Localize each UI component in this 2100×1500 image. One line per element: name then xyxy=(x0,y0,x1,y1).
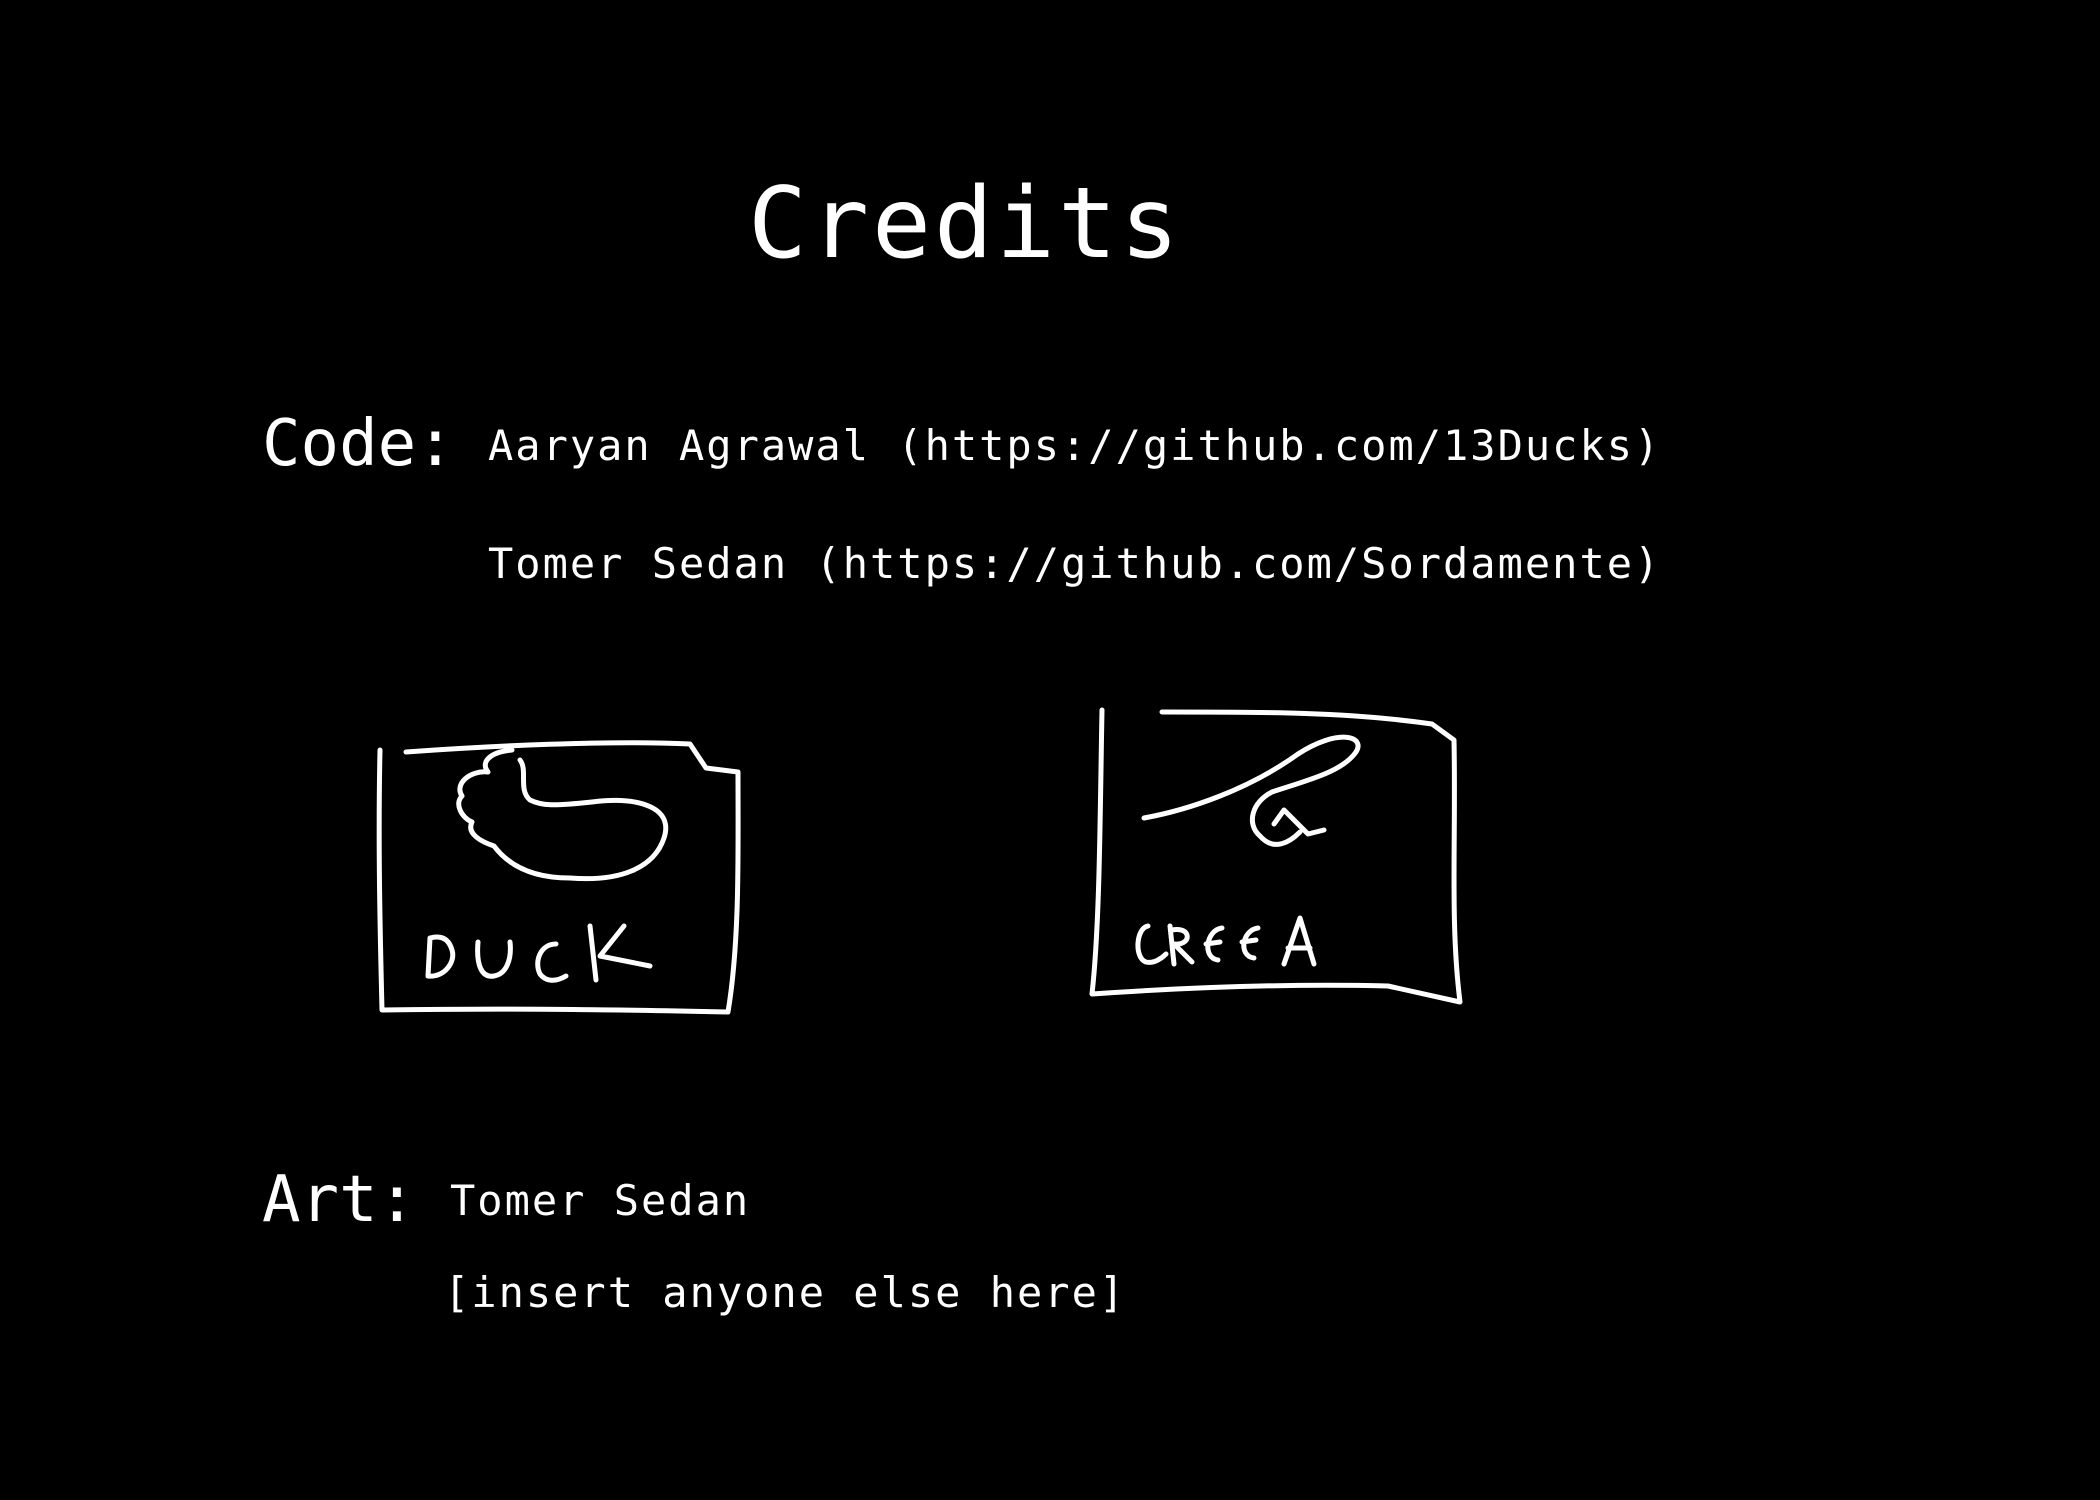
code-credit-tomer: Tomer Sedan (https://github.com/Sordamen… xyxy=(488,539,1662,588)
creature-sketch-image xyxy=(1089,707,1463,1005)
art-section-label: Art: xyxy=(262,1163,417,1237)
art-credit-placeholder: [insert anyone else here] xyxy=(444,1268,1127,1317)
art-credit-tomer: Tomer Sedan xyxy=(450,1176,751,1225)
credits-screen: Credits Code: Aaryan Agrawal (https://gi… xyxy=(0,0,2100,1500)
duck-sketch-image xyxy=(376,740,741,1015)
credits-title: Credits xyxy=(747,167,1182,281)
code-section-label: Code: xyxy=(262,407,455,481)
code-credit-aaryan: Aaryan Agrawal (https://github.com/13Duc… xyxy=(488,421,1662,470)
